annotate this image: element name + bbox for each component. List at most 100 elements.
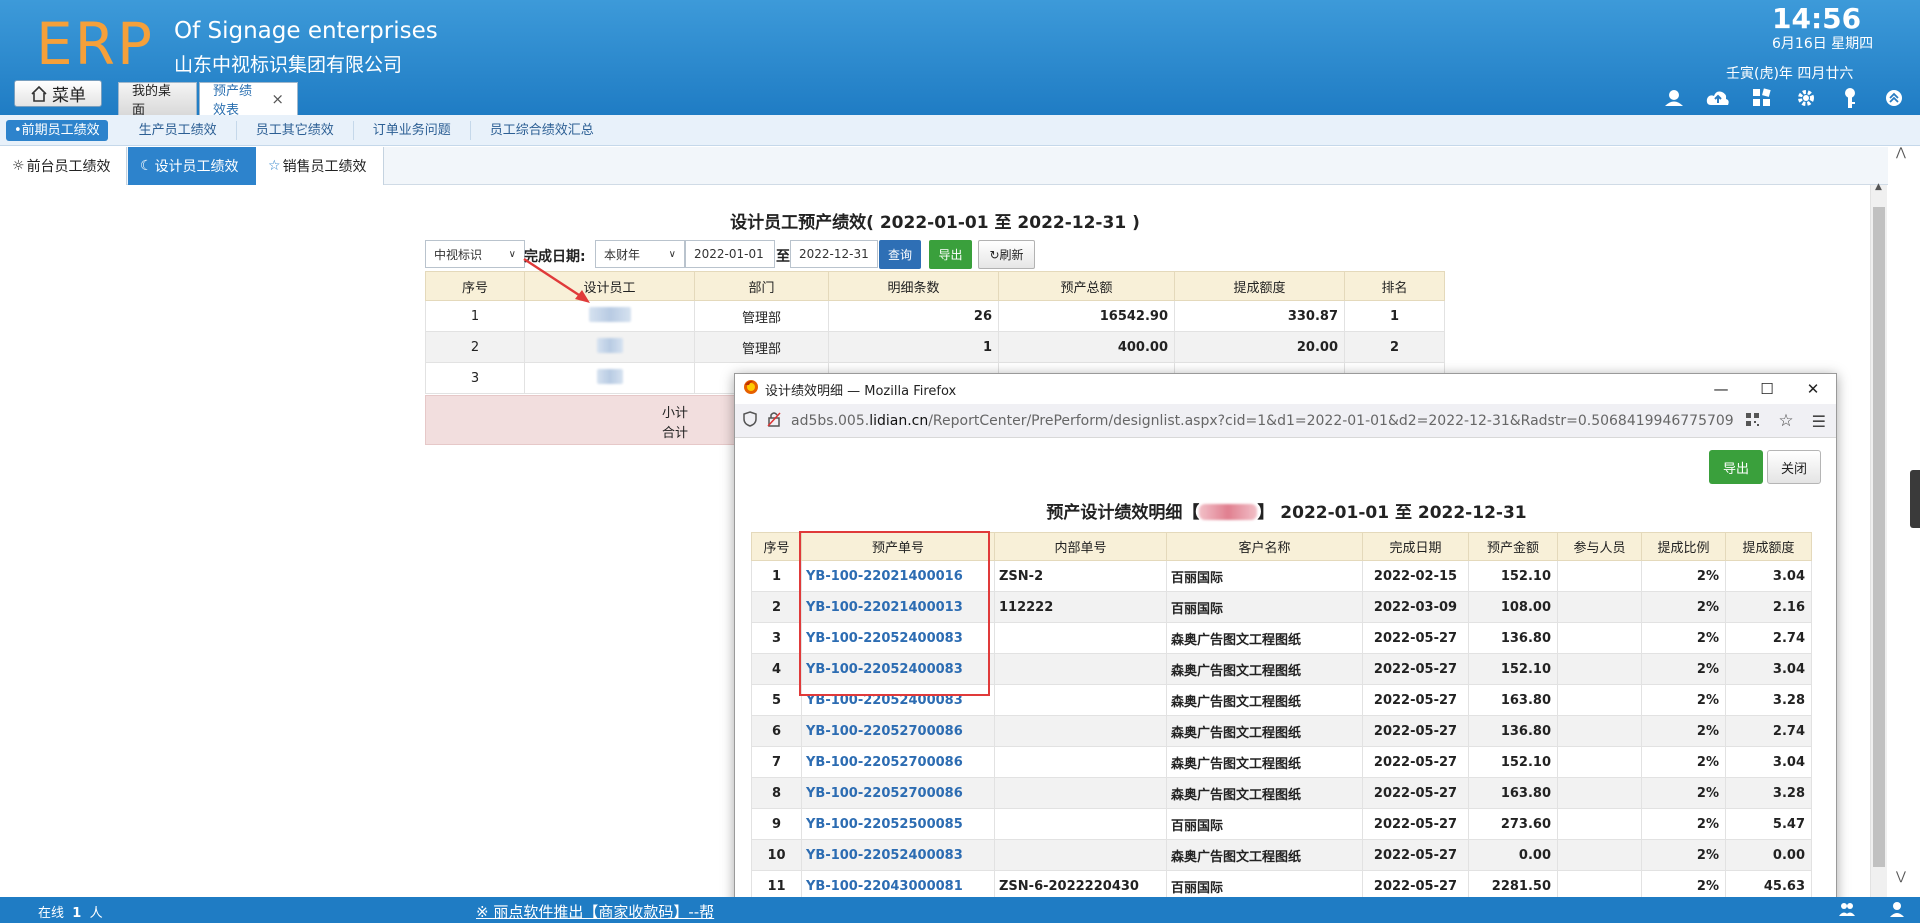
scroll-down-double-icon[interactable]: ⋁ bbox=[1896, 869, 1906, 883]
scroll-up-double-icon[interactable]: ⋀ bbox=[1896, 145, 1906, 159]
client-name: 森奥广告图文工程图纸 bbox=[1166, 777, 1363, 809]
menu-button[interactable]: 菜单 bbox=[14, 80, 102, 107]
tab-label: 我的桌面 bbox=[132, 84, 172, 118]
table-row[interactable]: 6 YB-100-22052700086 森奥广告图文工程图纸 2022-05-27 1… bbox=[751, 715, 1812, 747]
preorder-number-link[interactable]: YB-100-22052400083 bbox=[801, 839, 995, 871]
internal-number: ZSN-2 bbox=[994, 560, 1167, 592]
close-icon[interactable]: ✕ bbox=[1790, 374, 1836, 404]
row-no: 3 bbox=[425, 362, 525, 394]
internal-number bbox=[994, 777, 1167, 809]
chat-icon[interactable] bbox=[1838, 900, 1856, 922]
nav-other-staff-performance[interactable]: 员工其它绩效 bbox=[237, 120, 354, 140]
user-icon[interactable] bbox=[1662, 86, 1686, 110]
total-amount: 16542.90 bbox=[998, 300, 1175, 332]
row-no: 2 bbox=[425, 331, 525, 363]
nav-production-staff-performance[interactable]: 生产员工绩效 bbox=[120, 120, 237, 140]
internal-number bbox=[994, 839, 1167, 871]
popup-close-button[interactable]: 关闭 bbox=[1767, 450, 1821, 484]
side-drawer-handle[interactable] bbox=[1910, 470, 1920, 528]
staff-name[interactable] bbox=[524, 331, 695, 363]
window-title: 设计绩效明细 — Mozilla Firefox bbox=[765, 383, 957, 399]
scrollbar-thumb[interactable] bbox=[1873, 207, 1885, 867]
qr-code-icon[interactable] bbox=[1745, 412, 1760, 431]
refresh-button[interactable]: ↻ 刷新 bbox=[978, 240, 1035, 269]
internal-number bbox=[994, 746, 1167, 778]
commission-rate: 2% bbox=[1641, 560, 1726, 592]
completion-date: 2022-05-27 bbox=[1362, 684, 1469, 716]
preorder-number-link[interactable]: YB-100-22052700086 bbox=[801, 746, 995, 778]
address-bar[interactable]: ad5bs.005.lidian.cn/ReportCenter/PrePerf… bbox=[735, 404, 1836, 438]
scroll-up-arrow-icon[interactable]: ▲ bbox=[1875, 182, 1882, 192]
clock: 14:56 6月16日 星期四 壬寅(虎)年 四月廿六 bbox=[1726, 2, 1886, 83]
subtotal-label: 小计 bbox=[662, 406, 689, 421]
key-icon[interactable] bbox=[1838, 86, 1862, 110]
preorder-number-link[interactable]: YB-100-22052500085 bbox=[801, 808, 995, 840]
col-header: 提成额度 bbox=[1725, 532, 1812, 561]
apps-icon[interactable] bbox=[1750, 86, 1774, 110]
nav-early-staff-performance[interactable]: •前期员工绩效 bbox=[6, 119, 108, 141]
client-name: 森奥广告图文工程图纸 bbox=[1166, 622, 1363, 654]
nav-order-business-issues[interactable]: 订单业务问题 bbox=[354, 120, 471, 140]
query-button[interactable]: 查询 bbox=[879, 240, 921, 269]
date-from-input[interactable]: 2022-01-01 bbox=[685, 240, 775, 268]
table-row[interactable]: 8 YB-100-22052700086 森奥广告图文工程图纸 2022-05-27 1… bbox=[751, 777, 1812, 809]
table-row[interactable]: 2 管理部 1 400.00 20.00 2 bbox=[425, 331, 1445, 363]
col-header: 排名 bbox=[1344, 271, 1445, 301]
col-header: 提成额度 bbox=[1174, 271, 1345, 301]
collapse-icon[interactable] bbox=[1882, 86, 1906, 110]
bookmark-star-icon[interactable]: ☆ bbox=[1778, 411, 1793, 431]
company-select[interactable]: 中视标识 ∨ bbox=[425, 240, 525, 268]
clock-date: 6月16日 星期四 bbox=[1772, 36, 1874, 52]
preorder-number-link[interactable]: YB-100-22052700086 bbox=[801, 715, 995, 747]
refresh-icon: ↻ bbox=[989, 247, 1000, 262]
subnav-front-desk[interactable]: ☼ 前台员工绩效 bbox=[0, 147, 127, 185]
commission-amount: 3.04 bbox=[1725, 653, 1812, 685]
table-row[interactable]: 10 YB-100-22052400083 森奥广告图文工程图纸 2022-05-27… bbox=[751, 839, 1812, 871]
completion-date: 2022-05-27 bbox=[1362, 808, 1469, 840]
col-header: 内部单号 bbox=[994, 532, 1167, 561]
staff-name[interactable] bbox=[524, 362, 695, 394]
subnav-design-staff[interactable]: ☾ 设计员工绩效 bbox=[128, 147, 256, 185]
nav-staff-performance-summary[interactable]: 员工综合绩效汇总 bbox=[471, 121, 613, 140]
rank: 2 bbox=[1344, 331, 1445, 363]
url-text[interactable]: ad5bs.005.lidian.cn/ReportCenter/PrePerf… bbox=[791, 413, 1734, 429]
export-button[interactable]: 导出 bbox=[929, 240, 972, 269]
users-icon[interactable] bbox=[1888, 900, 1906, 922]
date-to-input[interactable]: 2022-12-31 bbox=[790, 240, 878, 268]
client-name: 百丽国际 bbox=[1166, 591, 1363, 623]
redacted-name bbox=[1199, 504, 1258, 520]
commission-amount: 5.47 bbox=[1725, 808, 1812, 840]
internal-number bbox=[994, 653, 1167, 685]
table-row[interactable]: 9 YB-100-22052500085 百丽国际 2022-05-27 273.60 2… bbox=[751, 808, 1812, 840]
hamburger-menu-icon[interactable]: ☰ bbox=[1812, 412, 1826, 431]
popup-export-button[interactable]: 导出 bbox=[1709, 450, 1763, 484]
main-vertical-scrollbar[interactable]: ▲ bbox=[1870, 182, 1887, 900]
completion-date: 2022-03-09 bbox=[1362, 591, 1469, 623]
maximize-icon[interactable]: ☐ bbox=[1744, 374, 1790, 404]
commission-rate: 2% bbox=[1641, 777, 1726, 809]
participants bbox=[1557, 746, 1642, 778]
subnav-sales-staff[interactable]: ☆ 销售员工绩效 bbox=[256, 147, 384, 185]
minimize-icon[interactable]: — bbox=[1698, 374, 1744, 404]
table-row[interactable]: 7 YB-100-22052700086 森奥广告图文工程图纸 2022-05-27 1… bbox=[751, 746, 1812, 778]
commission-rate: 2% bbox=[1641, 684, 1726, 716]
tab-my-desktop[interactable]: 我的桌面 bbox=[118, 82, 197, 118]
redacted-name bbox=[596, 368, 623, 384]
commission-rate: 2% bbox=[1641, 653, 1726, 685]
col-header: 提成比例 bbox=[1641, 532, 1726, 561]
report-title: 设计员工预产绩效( 2022-01-01 至 2022-12-31 ) bbox=[730, 213, 1140, 233]
menu-label: 菜单 bbox=[52, 86, 86, 106]
period-select-value: 本财年 bbox=[604, 247, 641, 262]
detail-count: 26 bbox=[828, 300, 999, 332]
news-ticker[interactable]: ※ 丽点软件推出【商家收款码】--帮 bbox=[476, 901, 714, 922]
internal-number bbox=[994, 684, 1167, 716]
period-select[interactable]: 本财年 ∨ bbox=[595, 240, 685, 268]
tab-label: 预产绩效表 bbox=[213, 84, 253, 118]
dept: 管理部 bbox=[694, 300, 829, 332]
preorder-number-link[interactable]: YB-100-22052700086 bbox=[801, 777, 995, 809]
close-icon[interactable]: × bbox=[271, 90, 284, 108]
settings-icon[interactable] bbox=[1794, 86, 1818, 110]
tab-preproduction-performance[interactable]: 预产绩效表 × bbox=[199, 82, 298, 118]
cloud-upload-icon[interactable] bbox=[1706, 86, 1730, 110]
col-header: 客户名称 bbox=[1166, 532, 1363, 561]
